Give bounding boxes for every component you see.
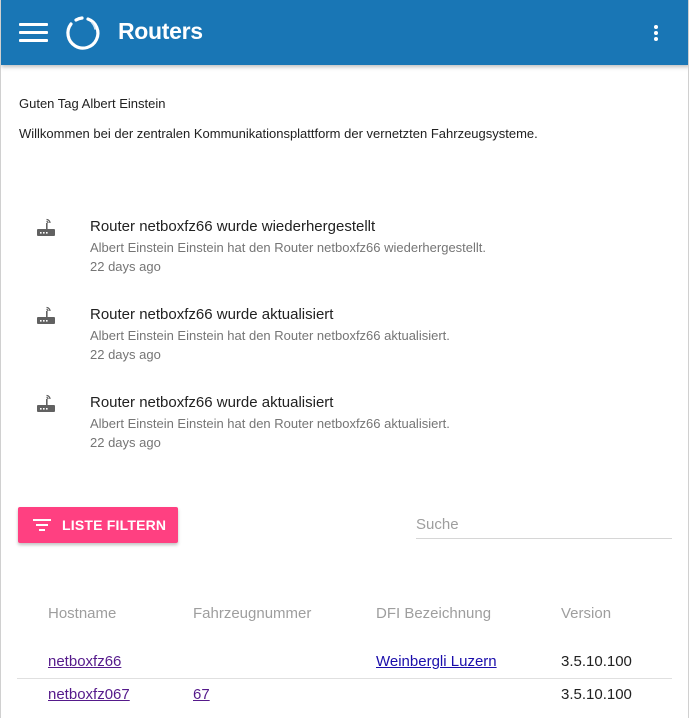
fahrzeugnummer-link[interactable]: 67: [193, 686, 210, 703]
filter-list-button[interactable]: LISTE FILTERN: [18, 507, 178, 543]
version-cell: 3.5.10.100: [561, 653, 632, 670]
search-input[interactable]: [416, 511, 672, 539]
column-header-version[interactable]: Version: [561, 605, 611, 622]
greeting-text: Guten Tag Albert Einstein: [19, 96, 166, 111]
filter-button-label: LISTE FILTERN: [62, 517, 167, 533]
version-cell: 3.5.10.100: [561, 686, 632, 703]
column-header-fahrzeugnummer[interactable]: Fahrzeugnummer: [193, 605, 311, 622]
page-title: Routers: [118, 18, 203, 44]
router-icon: [37, 306, 55, 324]
welcome-text: Willkommen bei der zentralen Kommunikati…: [19, 126, 538, 141]
activity-time: 22 days ago: [90, 347, 161, 362]
filter-list-icon: [33, 519, 51, 532]
hostname-link[interactable]: netboxfz067: [48, 686, 130, 703]
activity-time: 22 days ago: [90, 435, 161, 450]
column-header-dfi-bezeichnung[interactable]: DFI Bezeichnung: [376, 605, 491, 622]
activity-item: Router netboxfz66 wurde aktualisiert Alb…: [1, 306, 688, 376]
page: Routers Guten Tag Albert Einstein Willko…: [0, 0, 689, 718]
router-icon: [37, 394, 55, 412]
column-header-hostname[interactable]: Hostname: [48, 605, 116, 622]
hamburger-menu-icon[interactable]: [19, 20, 49, 46]
dfi-link[interactable]: Weinbergli Luzern: [376, 653, 497, 670]
more-vertical-icon[interactable]: [646, 22, 666, 44]
activity-item: Router netboxfz66 wurde aktualisiert Alb…: [1, 394, 688, 464]
activity-title: Router netboxfz66 wurde wiederhergestell…: [90, 218, 376, 235]
activity-title: Router netboxfz66 wurde aktualisiert: [90, 306, 334, 323]
activity-item: Router netboxfz66 wurde wiederhergestell…: [1, 218, 688, 288]
activity-title: Router netboxfz66 wurde aktualisiert: [90, 394, 334, 411]
activity-description: Albert Einstein Einstein hat den Router …: [90, 240, 487, 255]
hostname-link[interactable]: netboxfz66: [48, 653, 121, 670]
activity-time: 22 days ago: [90, 259, 161, 274]
app-bar: Routers: [1, 0, 688, 65]
brand-logo-icon: [66, 16, 100, 50]
table-row: netboxfz067 67 3.5.10.100: [17, 679, 672, 713]
activity-description: Albert Einstein Einstein hat den Router …: [90, 416, 450, 431]
router-icon: [37, 218, 55, 236]
table-row: netboxfz66 Weinbergli Luzern 3.5.10.100: [17, 645, 672, 679]
activity-description: Albert Einstein Einstein hat den Router …: [90, 328, 450, 343]
